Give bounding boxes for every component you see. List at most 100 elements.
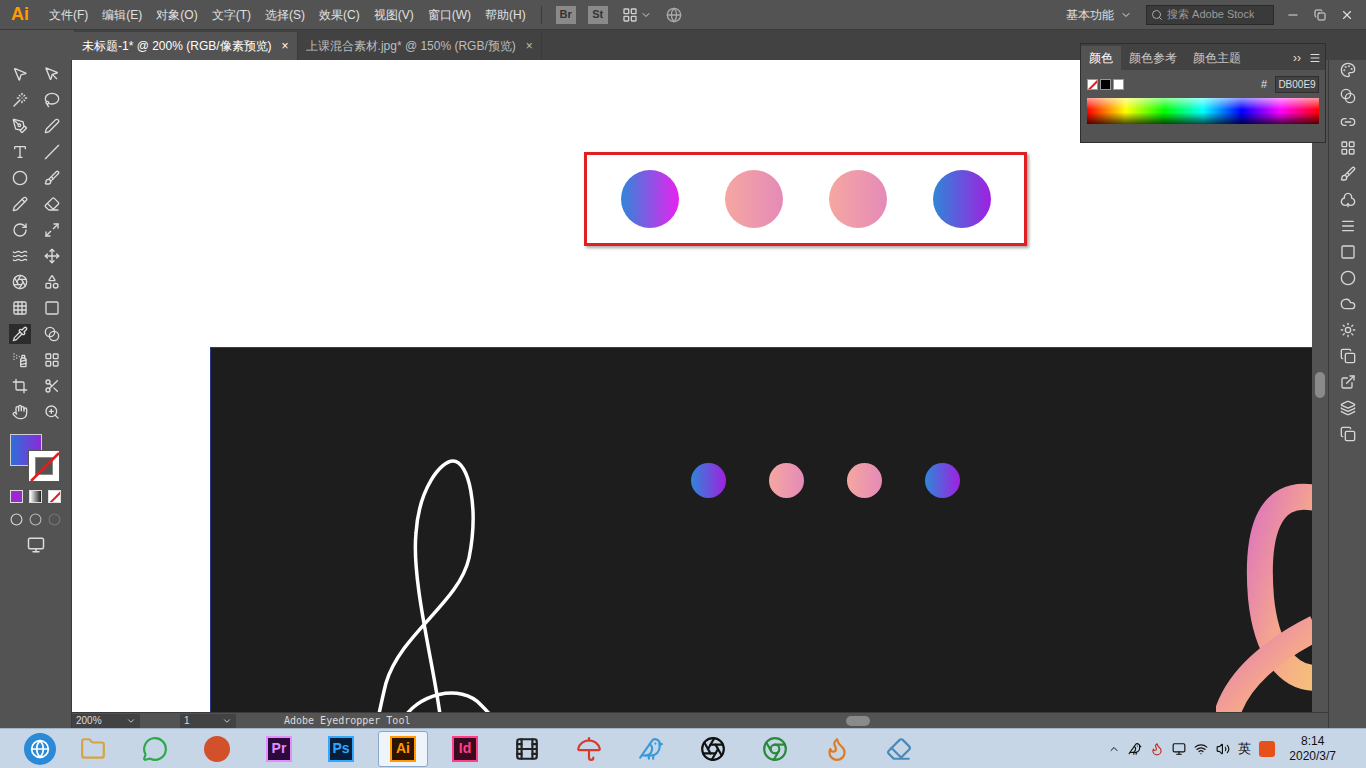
- fill-stroke[interactable]: [8, 432, 64, 484]
- tool-button[interactable]: [41, 90, 63, 110]
- stroke-swatch[interactable]: [28, 450, 60, 482]
- zoom-field[interactable]: 200%: [72, 714, 140, 728]
- tray-expand-icon[interactable]: [1108, 743, 1120, 755]
- taskbar-app[interactable]: [68, 731, 118, 767]
- sogou-icon[interactable]: [1259, 741, 1275, 757]
- arrange-icon[interactable]: [622, 7, 638, 23]
- start-button[interactable]: [24, 733, 56, 765]
- scroll-thumb[interactable]: [1315, 372, 1325, 398]
- page-field[interactable]: 1: [180, 714, 236, 728]
- tool-button[interactable]: [9, 324, 31, 344]
- hex-field[interactable]: DB00E9: [1275, 76, 1319, 93]
- bridge-button[interactable]: Br: [556, 6, 576, 24]
- draw-inside-icon[interactable]: [48, 513, 61, 526]
- taskbar-app[interactable]: Ps: [316, 731, 366, 767]
- tool-button[interactable]: [41, 220, 63, 240]
- tool-button[interactable]: [9, 90, 31, 110]
- panel-icon[interactable]: [1340, 114, 1356, 130]
- screen-mode-icon[interactable]: [27, 536, 45, 554]
- tool-button[interactable]: [9, 194, 31, 214]
- panel-icon[interactable]: [1340, 348, 1356, 364]
- panel-icon[interactable]: [1340, 426, 1356, 442]
- menu-item[interactable]: 选择(S): [258, 6, 312, 24]
- color-mode[interactable]: [10, 490, 23, 503]
- menu-item[interactable]: 效果(C): [312, 6, 367, 24]
- bridge-button[interactable]: St: [588, 6, 608, 24]
- tool-button[interactable]: [9, 298, 31, 318]
- menu-item[interactable]: 编辑(E): [95, 6, 149, 24]
- panel-tab[interactable]: 颜色主题: [1185, 46, 1249, 70]
- tray-app-icon[interactable]: [1128, 742, 1142, 756]
- tool-button[interactable]: [41, 324, 63, 344]
- taskbar-app[interactable]: [812, 731, 862, 767]
- document-tab[interactable]: 未标题-1* @ 200% (RGB/像素预览)×: [74, 32, 298, 60]
- tray-app-icon[interactable]: [1150, 742, 1164, 756]
- taskbar-app[interactable]: [130, 731, 180, 767]
- panel-icon[interactable]: [1340, 296, 1356, 312]
- tool-button[interactable]: [41, 350, 63, 370]
- taskbar-app[interactable]: [626, 731, 676, 767]
- tool-button[interactable]: [9, 220, 31, 240]
- menu-item[interactable]: 对象(O): [149, 6, 204, 24]
- black-swatch[interactable]: [1100, 79, 1111, 90]
- tool-button[interactable]: [9, 168, 31, 188]
- tool-button[interactable]: [41, 298, 63, 318]
- horizontal-scrollbar[interactable]: [466, 713, 1318, 728]
- draw-normal-icon[interactable]: [10, 513, 23, 526]
- panel-icon[interactable]: [1340, 244, 1356, 260]
- workspace-switcher[interactable]: 基本功能: [1066, 6, 1132, 24]
- volume-icon[interactable]: [1216, 742, 1230, 756]
- panel-tab[interactable]: 颜色: [1081, 46, 1121, 70]
- tool-button[interactable]: [9, 376, 31, 396]
- restore-icon[interactable]: [1314, 9, 1326, 21]
- tool-button[interactable]: [41, 402, 63, 422]
- white-swatch[interactable]: [1113, 79, 1124, 90]
- scroll-thumb[interactable]: [846, 716, 870, 726]
- ime-indicator[interactable]: 英: [1238, 739, 1251, 759]
- panel-icon[interactable]: [1340, 270, 1356, 286]
- canvas[interactable]: [72, 60, 1312, 712]
- panel-icon[interactable]: [1340, 88, 1356, 104]
- panel-collapse[interactable]: ››: [1289, 46, 1305, 70]
- tool-button[interactable]: [41, 64, 63, 84]
- arrange-dropdown-icon[interactable]: [640, 9, 652, 21]
- tool-button[interactable]: [9, 116, 31, 136]
- tool-button[interactable]: [9, 246, 31, 266]
- taskbar-app[interactable]: [564, 731, 614, 767]
- taskbar-app[interactable]: Pr: [254, 731, 304, 767]
- menu-item[interactable]: 窗口(W): [421, 6, 478, 24]
- panel-icon[interactable]: [1340, 218, 1356, 234]
- tab-close[interactable]: ×: [282, 37, 289, 55]
- taskbar-app[interactable]: [688, 731, 738, 767]
- none-mode[interactable]: [48, 490, 61, 503]
- menu-item[interactable]: 帮助(H): [478, 6, 533, 24]
- clock[interactable]: 8:142020/3/7: [1289, 734, 1336, 764]
- menu-item[interactable]: 视图(V): [367, 6, 421, 24]
- tool-button[interactable]: [9, 272, 31, 292]
- color-spectrum[interactable]: [1087, 98, 1319, 124]
- taskbar-app[interactable]: Ai: [378, 731, 428, 767]
- taskbar-app[interactable]: [192, 731, 242, 767]
- tab-close[interactable]: ×: [526, 37, 533, 55]
- stock-search[interactable]: 搜索 Adobe Stock: [1146, 5, 1274, 25]
- tool-button[interactable]: [9, 64, 31, 84]
- tray-app-icon[interactable]: [1172, 742, 1186, 756]
- tool-button[interactable]: [41, 272, 63, 292]
- panel-icon[interactable]: [1340, 322, 1356, 338]
- gpu-icon[interactable]: [666, 7, 682, 23]
- panel-icon[interactable]: [1340, 140, 1356, 156]
- panel-icon[interactable]: [1340, 166, 1356, 182]
- taskbar-app[interactable]: [502, 731, 552, 767]
- tool-button[interactable]: [41, 194, 63, 214]
- panel-icon[interactable]: [1340, 374, 1356, 390]
- taskbar-app[interactable]: Id: [440, 731, 490, 767]
- tool-button[interactable]: [9, 350, 31, 370]
- tool-button[interactable]: [41, 116, 63, 136]
- tool-button[interactable]: [9, 402, 31, 422]
- panel-tab[interactable]: 颜色参考: [1121, 46, 1185, 70]
- gradient-mode[interactable]: [29, 490, 42, 503]
- tool-button[interactable]: [41, 168, 63, 188]
- tool-button[interactable]: [9, 142, 31, 162]
- close-icon[interactable]: [1340, 8, 1354, 22]
- document-tab[interactable]: 上课混合素材.jpg* @ 150% (RGB/预览)×: [298, 32, 542, 60]
